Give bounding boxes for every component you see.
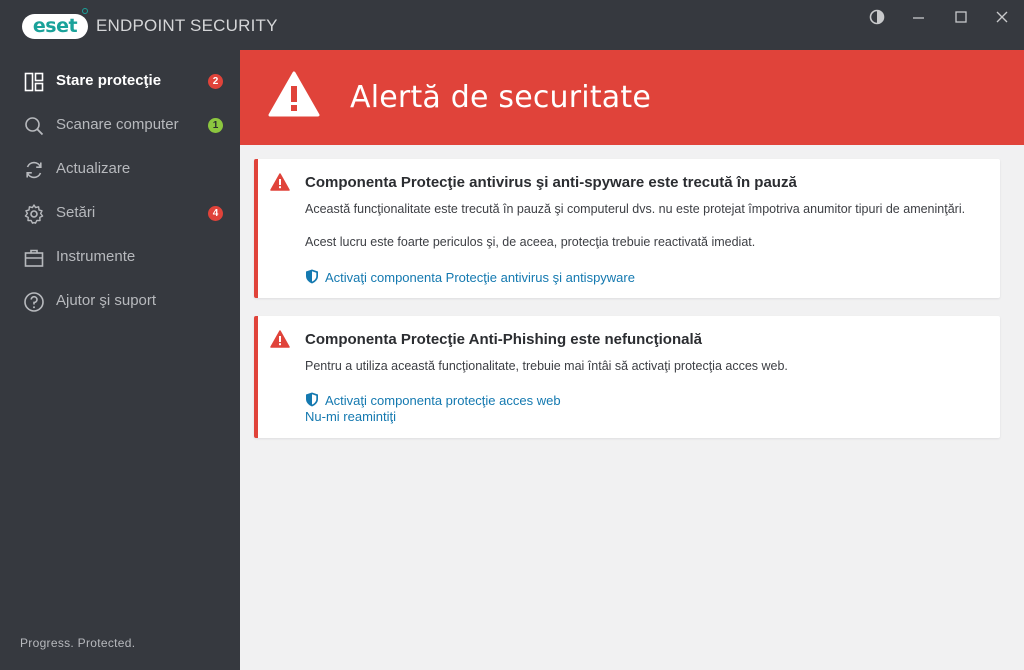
sidebar: Stare protecţie 2 Scanare computer 1 Act… [0,50,240,670]
sidebar-item-label: Setări [56,204,96,221]
alert-header: Alertă de securitate [240,50,1024,145]
sidebar-footer-tagline: Progress. Protected. [20,636,136,650]
alert-card-antiphishing: Componenta Protecţie Anti-Phishing este … [254,316,1000,438]
search-icon [25,117,44,136]
dashboard-icon [24,72,44,92]
notification-badge: 1 [208,118,223,133]
notification-badge: 4 [208,206,223,221]
title-bar: eset ENDPOINT SECURITY [0,0,1024,50]
maximize-button[interactable] [950,8,972,30]
sidebar-item-help[interactable]: Ajutor şi suport [0,280,240,324]
product-name: ENDPOINT SECURITY [96,16,278,35]
shield-icon [306,392,318,407]
sidebar-item-label: Stare protecţie [56,72,162,89]
shield-icon [306,269,318,284]
card-description: Pentru a utiliza această funcţionalitate… [305,359,788,373]
gear-icon [24,204,44,224]
sidebar-item-settings[interactable]: Setări 4 [0,192,240,236]
alert-title: Alertă de securitate [350,80,651,115]
sidebar-item-label: Scanare computer [56,116,179,133]
card-description: Acest lucru este foarte periculos şi, de… [305,235,756,249]
close-icon [996,11,1008,23]
eset-logo: eset [22,14,88,39]
sidebar-item-tools[interactable]: Instrumente [0,236,240,280]
alert-card-antivirus: Componenta Protecţie antivirus şi anti-s… [254,159,1000,298]
maximize-icon [955,11,967,23]
help-icon [24,292,44,312]
link-label: Activaţi componenta Protecţie antivirus … [325,270,635,285]
dont-remind-link[interactable]: Nu-mi reamintiţi [305,409,396,424]
minimize-icon [913,17,924,19]
link-label: Activaţi componenta protecţie acces web [325,393,561,408]
contrast-icon[interactable] [866,8,888,30]
sidebar-item-label: Ajutor şi suport [56,292,157,309]
sidebar-item-label: Instrumente [56,248,136,265]
card-title: Componenta Protecţie antivirus şi anti-s… [305,174,797,191]
sidebar-item-update[interactable]: Actualizare [0,148,240,192]
warning-icon [270,173,290,191]
briefcase-icon [24,249,44,267]
enable-web-access-link[interactable]: Activaţi componenta protecţie acces web [305,392,561,408]
logo-text: eset [32,15,78,37]
refresh-icon [26,161,42,179]
warning-icon [268,71,320,117]
sidebar-item-protection-status[interactable]: Stare protecţie 2 [0,60,240,104]
card-title: Componenta Protecţie Anti-Phishing este … [305,331,702,348]
sidebar-item-computer-scan[interactable]: Scanare computer 1 [0,104,240,148]
enable-antivirus-link[interactable]: Activaţi componenta Protecţie antivirus … [305,269,635,285]
registered-mark [82,8,88,14]
close-button[interactable] [991,8,1013,30]
sidebar-item-label: Actualizare [56,160,131,177]
warning-icon [270,330,290,348]
minimize-button[interactable] [908,8,930,30]
card-description: Această funcţionalitate este trecută în … [305,202,966,216]
notification-badge: 2 [208,74,223,89]
